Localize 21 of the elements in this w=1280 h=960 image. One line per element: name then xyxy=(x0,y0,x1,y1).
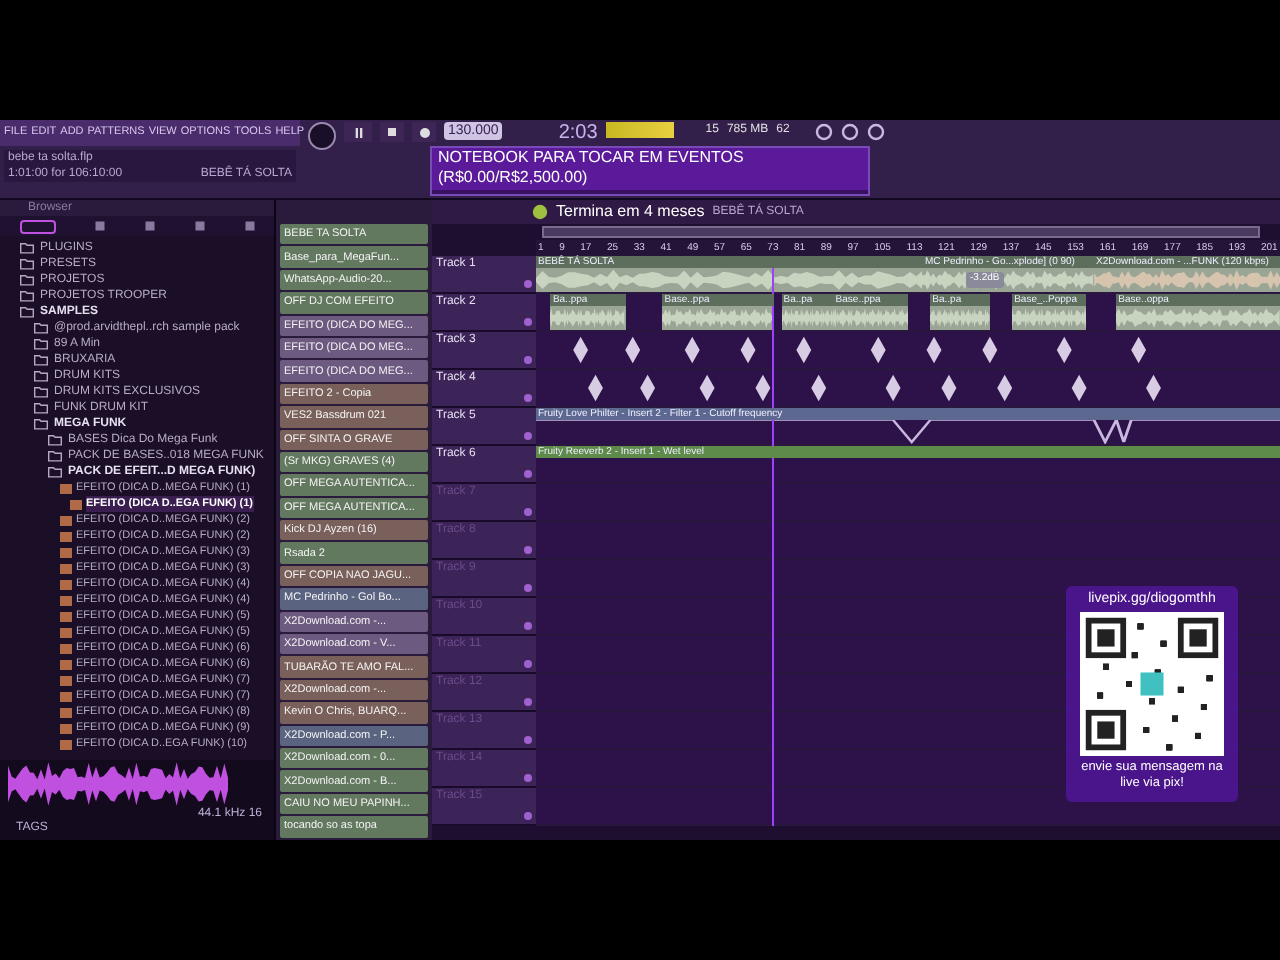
record-button[interactable] xyxy=(412,122,436,142)
audio-clip-waveform xyxy=(781,306,834,330)
level-meter xyxy=(605,122,674,138)
qr-code-drawing xyxy=(1080,611,1224,755)
stop-icon xyxy=(388,128,396,136)
overview-scrollbar[interactable] xyxy=(542,226,1260,238)
stop-button[interactable] xyxy=(380,122,404,142)
audio-clip-waveform xyxy=(1012,306,1087,330)
audio-clip-waveform xyxy=(550,306,626,330)
browser-tab[interactable] xyxy=(19,219,55,233)
audio-clip-waveform xyxy=(930,306,990,330)
record-icon xyxy=(419,127,429,137)
pause-icon xyxy=(353,127,363,137)
playlist-icon[interactable] xyxy=(532,204,548,220)
audio-clip-waveform xyxy=(833,306,908,330)
audio-clip-waveform xyxy=(662,306,775,330)
goal-deadline: Termina em 4 meses xyxy=(556,200,705,224)
volume-knob[interactable] xyxy=(308,122,336,150)
goal-title: NOTEBOOK PARA TOCAR EM EVENTOS xyxy=(438,148,746,168)
time-display: 2:03 xyxy=(558,122,598,144)
goal-amount: (R$0.00/R$2,500.00) xyxy=(438,168,590,188)
